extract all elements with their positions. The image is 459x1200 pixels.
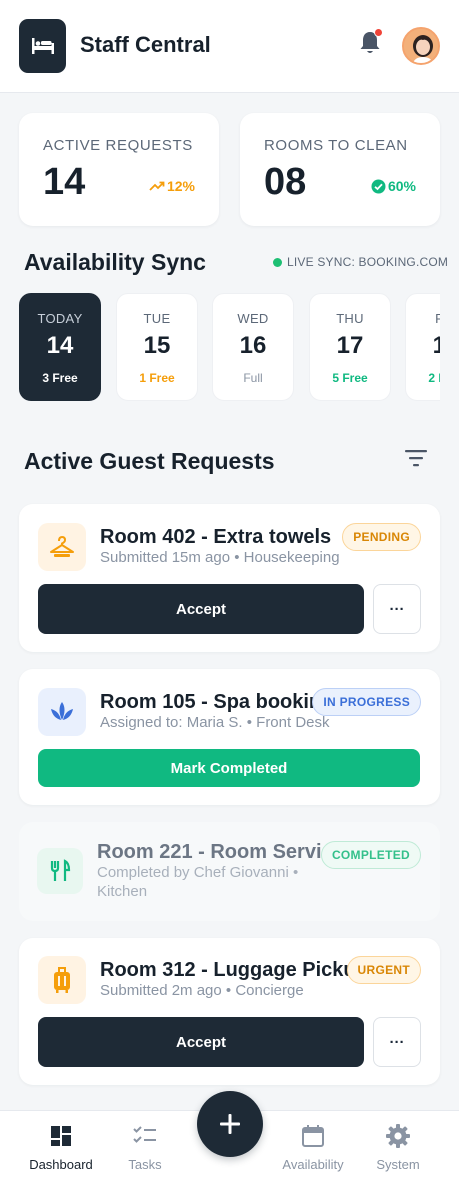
request-title: Room 221 - Room Service xyxy=(97,841,344,863)
request-title: Room 312 - Luggage Pickup xyxy=(100,959,368,981)
request-title: Room 105 - Spa booking xyxy=(100,691,334,713)
day-name: WED xyxy=(237,311,269,326)
dashboard-icon xyxy=(51,1126,71,1146)
request-subtitle: Completed by Chef Giovanni • xyxy=(97,864,299,881)
day-thu[interactable]: THU 17 5 Free xyxy=(309,293,391,401)
more-options-button[interactable]: ··· xyxy=(373,584,421,634)
stat-trend: 60% xyxy=(371,178,416,194)
hanger-icon xyxy=(38,523,86,571)
luggage-icon xyxy=(38,956,86,1004)
mark-completed-button[interactable]: Mark Completed xyxy=(38,749,420,787)
checklist-icon xyxy=(133,1126,156,1143)
stat-trend: 12% xyxy=(149,178,195,194)
availability-title: Availability Sync xyxy=(24,249,206,275)
stat-trend-value: 60% xyxy=(387,178,416,194)
nav-label: Dashboard xyxy=(29,1157,93,1172)
active-requests-card[interactable]: ACTIVE REQUESTS 14 12% xyxy=(19,113,219,226)
status-badge: PENDING xyxy=(342,523,421,551)
filter-icon[interactable] xyxy=(403,447,429,469)
day-availability: 3 Free xyxy=(42,371,78,385)
stat-label: ROOMS TO CLEAN xyxy=(264,137,408,154)
day-name: TUE xyxy=(143,311,171,326)
day-fri[interactable]: FRI 18 2 Free xyxy=(405,293,440,401)
nav-label: System xyxy=(376,1157,420,1172)
day-name: TODAY xyxy=(37,311,83,326)
day-today[interactable]: TODAY 14 3 Free xyxy=(19,293,101,401)
rooms-to-clean-card[interactable]: ROOMS TO CLEAN 08 60% xyxy=(240,113,440,226)
app-title: Staff Central xyxy=(80,32,211,57)
request-card-room-402[interactable]: Room 402 - Extra towels Submitted 15m ag… xyxy=(19,504,440,652)
request-subtitle: Submitted 2m ago • Concierge xyxy=(100,982,304,999)
nav-availability[interactable]: Availability xyxy=(268,1123,358,1172)
live-sync-status: LIVE SYNC: BOOKING.COM xyxy=(273,255,448,269)
accept-button[interactable]: Accept xyxy=(38,584,364,634)
day-number: 15 xyxy=(143,332,171,359)
day-availability: 5 Free xyxy=(332,371,368,385)
stat-label: ACTIVE REQUESTS xyxy=(43,137,193,154)
nav-label: Tasks xyxy=(128,1157,162,1172)
request-subtitle-continued: Kitchen xyxy=(97,883,148,900)
requests-title: Active Guest Requests xyxy=(24,448,275,474)
status-badge: IN PROGRESS xyxy=(312,688,421,716)
utensils-icon xyxy=(37,848,83,894)
app-header: Staff Central xyxy=(0,0,459,93)
spa-icon xyxy=(38,688,86,736)
stat-trend-value: 12% xyxy=(166,178,195,194)
day-tue[interactable]: TUE 15 1 Free xyxy=(116,293,198,401)
day-availability: 2 Free xyxy=(428,371,440,385)
day-number: 18 xyxy=(432,332,440,359)
nav-label: Availability xyxy=(282,1157,344,1172)
trending-up-icon xyxy=(149,181,165,191)
request-card-room-105[interactable]: Room 105 - Spa booking Assigned to: Mari… xyxy=(19,669,440,805)
check-circle-icon xyxy=(371,179,386,193)
more-icon: ··· xyxy=(389,600,405,618)
stat-value: 08 xyxy=(264,161,307,203)
request-subtitle: Assigned to: Maria S. • Front Desk xyxy=(100,714,330,731)
request-title: Room 402 - Extra towels xyxy=(100,526,332,548)
day-name: FRI xyxy=(435,311,440,326)
avatar[interactable] xyxy=(402,27,440,65)
bed-icon[interactable] xyxy=(19,19,66,73)
add-button[interactable] xyxy=(197,1091,263,1157)
calendar-icon xyxy=(302,1125,324,1147)
notification-dot xyxy=(374,28,383,37)
nav-system[interactable]: System xyxy=(353,1123,443,1172)
day-availability: 1 Free xyxy=(139,371,175,385)
live-sync-label: LIVE SYNC: BOOKING.COM xyxy=(287,255,449,269)
request-subtitle: Submitted 15m ago • Housekeeping xyxy=(100,549,340,566)
request-card-room-312[interactable]: Room 312 - Luggage Pickup Submitted 2m a… xyxy=(19,938,440,1085)
status-badge: URGENT xyxy=(346,956,421,984)
status-badge: COMPLETED xyxy=(320,841,421,869)
nav-tasks[interactable]: Tasks xyxy=(100,1123,190,1172)
plus-icon xyxy=(220,1114,240,1134)
day-availability: Full xyxy=(243,371,263,385)
day-number: 17 xyxy=(336,332,364,359)
day-strip[interactable]: TODAY 14 3 Free TUE 15 1 Free WED 16 Ful… xyxy=(19,293,440,403)
day-number: 14 xyxy=(46,332,74,359)
day-wed[interactable]: WED 16 Full xyxy=(212,293,294,401)
nav-dashboard[interactable]: Dashboard xyxy=(16,1123,106,1172)
request-card-room-221[interactable]: Room 221 - Room Service Completed by Che… xyxy=(19,822,440,921)
more-options-button[interactable]: ··· xyxy=(373,1017,421,1067)
more-icon: ··· xyxy=(389,1033,405,1051)
day-name: THU xyxy=(336,311,364,326)
live-dot xyxy=(273,257,282,267)
stat-value: 14 xyxy=(43,161,86,203)
accept-button[interactable]: Accept xyxy=(38,1017,364,1067)
day-number: 16 xyxy=(239,332,267,359)
gear-icon xyxy=(386,1124,410,1148)
